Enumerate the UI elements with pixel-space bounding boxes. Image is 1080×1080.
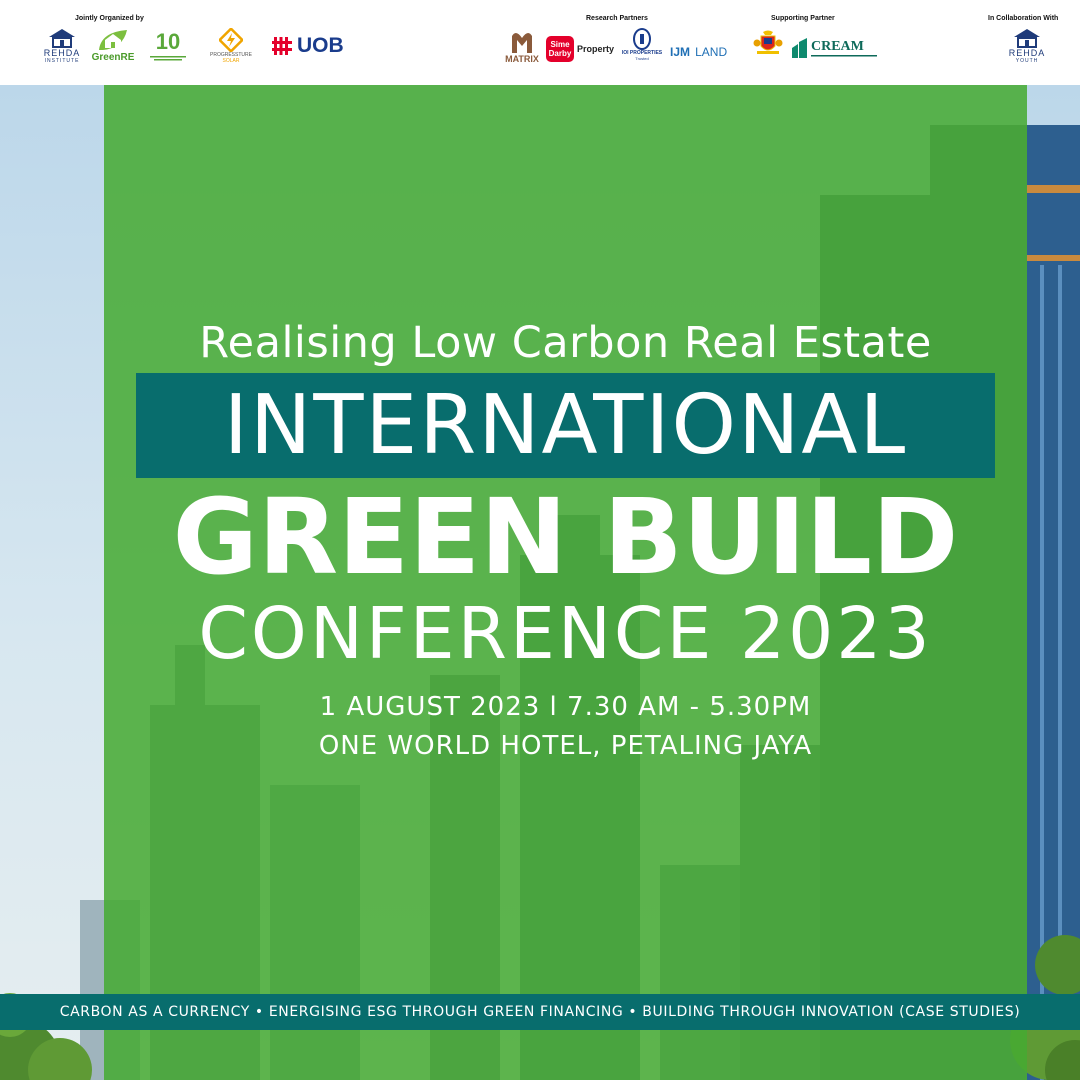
rehda-youth-house-icon [1014, 29, 1040, 48]
collaboration-label: In Collaboration With [988, 15, 1059, 22]
conference-tagline: Realising Low Carbon Real Estate [199, 318, 932, 368]
sime-darby-top: Sime [550, 40, 570, 49]
rehda-sub: INSTITUTE [44, 58, 80, 64]
progressture-bolt-icon [219, 28, 243, 52]
event-date-time: 1 AUGUST 2023 l 7.30 AM - 5.30PM [319, 692, 812, 722]
progressture-logo: PROGRESSTURE SOLAR [210, 28, 252, 64]
sime-darby-badge: Sime Darby [546, 36, 574, 62]
sime-darby-bottom: Darby [548, 49, 572, 58]
progressture-sub: SOLAR [222, 58, 240, 64]
sime-darby-logo: Sime Darby Property [546, 36, 614, 62]
ijm-name: IJM [670, 45, 691, 59]
ijm-land-text: LAND [695, 45, 728, 59]
rehda-youth-sub: YOUTH [1015, 58, 1039, 64]
greenre-leaf-icon [99, 30, 127, 50]
rehda-name: REHDA [43, 48, 81, 58]
cream-name: CREAM [811, 39, 864, 54]
cream-building-icon [792, 38, 807, 58]
greenre-name: GreenRE [91, 52, 135, 63]
rehda-youth-name: REHDA [1008, 48, 1046, 58]
sponsor-header: Jointly Organized by Research Partners S… [0, 0, 1080, 85]
ioi-seal-icon [633, 28, 651, 50]
themes-text: CARBON AS A CURRENCY • ENERGISING ESG TH… [59, 1004, 1021, 1020]
ten-years-caption-icon [150, 56, 186, 61]
ioi-sub: Trusted [635, 56, 649, 61]
cream-logo: CREAM [791, 38, 877, 58]
malaysia-crest-logo [752, 30, 784, 56]
sime-property-text: Property [577, 44, 615, 54]
ijm-land-logo: IJM LAND [670, 41, 727, 60]
cream-caption-icon [811, 55, 877, 57]
ioi-properties-logo: IOI PROPERTIES Trusted [618, 28, 666, 61]
rehda-youth-logo: REHDA YOUTH [1005, 28, 1049, 64]
uob-grid-icon [272, 37, 292, 55]
research-partners-label: Research Partners [586, 15, 648, 22]
matrix-m-icon [512, 32, 532, 53]
jointly-organized-label: Jointly Organized by [75, 15, 144, 22]
matrix-logo: MATRIX [501, 28, 543, 64]
greenre-logo: GreenRE [88, 28, 138, 63]
rehda-house-icon [49, 29, 75, 48]
ten-years-logo: 10 [146, 30, 190, 62]
uob-logo: UOB [272, 34, 344, 58]
green-build-title: GREEN BUILD [172, 476, 959, 598]
conference-year-title: CONFERENCE 2023 [198, 592, 933, 675]
international-title: INTERNATIONAL [223, 378, 908, 473]
ten-years-number: 10 [155, 29, 181, 54]
event-venue: ONE WORLD HOTEL, PETALING JAYA [318, 731, 813, 761]
uob-name: UOB [297, 34, 344, 57]
supporting-partner-label: Supporting Partner [771, 15, 835, 22]
matrix-name: MATRIX [505, 54, 539, 64]
malaysia-crest-icon [753, 30, 783, 54]
rehda-institute-logo: REHDA INSTITUTE [40, 28, 84, 64]
